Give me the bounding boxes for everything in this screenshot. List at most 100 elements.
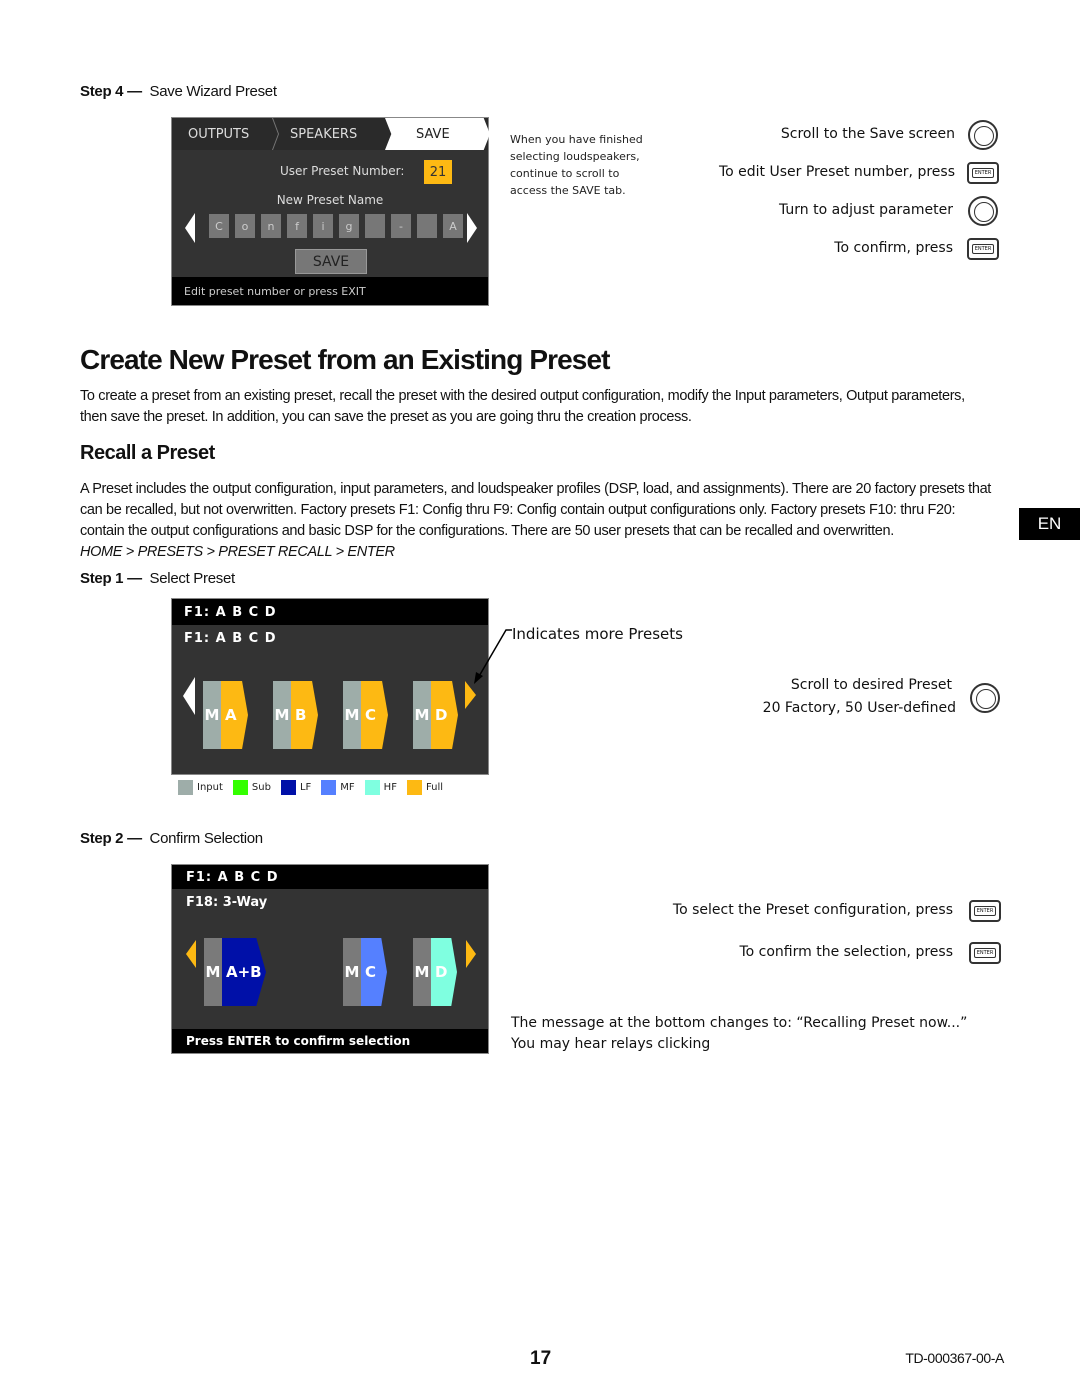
output-block[interactable]: MD (413, 938, 457, 1006)
language-tab: EN (1019, 508, 1080, 540)
recall-body: A Preset includes the output configurati… (80, 481, 991, 539)
input-segment: M (204, 938, 222, 1006)
callout-text: Indicates more Presets (512, 625, 683, 643)
name-char-slot[interactable]: i (313, 214, 333, 238)
save-button[interactable]: SAVE (295, 249, 367, 274)
step-label: Step 4 — (80, 83, 142, 100)
document-id: TD-000367-00-A (905, 1350, 1004, 1366)
legend-swatch (406, 780, 422, 795)
name-char-slot[interactable] (365, 214, 385, 238)
input-segment: M (413, 938, 431, 1006)
legend-swatch (321, 780, 337, 795)
input-segment: M (203, 681, 221, 749)
input-segment: M (273, 681, 291, 749)
preset-number-field[interactable]: 21 (424, 160, 452, 184)
name-char-slot[interactable] (417, 214, 437, 238)
output-block[interactable]: M A+B (204, 938, 266, 1006)
tab-separator (272, 118, 279, 150)
arrow-right-icon[interactable] (467, 213, 477, 243)
more-presets-arrow-icon[interactable] (465, 681, 476, 709)
output-segment: B (291, 681, 318, 749)
arrow-left-icon[interactable] (185, 213, 195, 243)
step4-heading: Step 4 — Save Wizard Preset (80, 83, 277, 100)
legend-label: Full (425, 782, 444, 793)
tab-bar: OUTPUTS SPEAKERS SAVE (172, 118, 490, 150)
output-block[interactable]: MD (413, 681, 458, 749)
knob-icon (970, 683, 1000, 713)
confirm-screen: F1: A B C D F18: 3-Way M A+B M C M D Press EN… (171, 864, 489, 1054)
name-char-slot[interactable]: g (339, 214, 359, 238)
tab-outputs[interactable]: OUTPUTS (188, 118, 249, 150)
screen-header: F1: A B C D (172, 599, 488, 625)
legend-swatch (364, 780, 380, 795)
tab-save[interactable]: SAVE (416, 118, 450, 150)
enter-button-icon: ENTER (969, 900, 1001, 922)
recall-message: The message at the bottom changes to: “R… (511, 1015, 968, 1052)
preset-name-label: New Preset Name (276, 193, 384, 207)
step2-heading: Step 2 — Confirm Selection (80, 830, 263, 847)
output-segment: A (221, 681, 248, 749)
instruction-select-config: To select the Preset configuration, pres… (672, 902, 953, 918)
legend-item: Sub (232, 780, 271, 795)
instruction-scroll-preset: Scroll to desired Preset (790, 677, 952, 693)
step4-note: When you have finished selecting loudspe… (510, 133, 643, 197)
legend-item: LF (280, 780, 312, 795)
name-char-slot[interactable]: o (235, 214, 255, 238)
input-segment: M (413, 681, 431, 749)
output-block[interactable]: MB (273, 681, 318, 749)
knob-icon (968, 120, 998, 150)
input-segment: M (343, 681, 361, 749)
legend-label: HF (383, 782, 397, 793)
output-block[interactable]: MC (343, 681, 388, 749)
section-title: Create New Preset from an Existing Prese… (80, 344, 610, 375)
status-bar: Press ENTER to confirm selection (172, 1029, 488, 1053)
save-screen: OUTPUTS SPEAKERS SAVE User Preset Number… (171, 117, 490, 306)
output-segment: A+B (222, 938, 266, 1006)
instruction-confirm: To confirm, press (834, 240, 953, 256)
tab-speakers[interactable]: SPEAKERS (290, 118, 357, 150)
output-segment: C (361, 681, 388, 749)
preset-number-label: User Preset Number: (280, 164, 405, 178)
enter-button-icon: ENTER (969, 942, 1001, 964)
legend-label: MF (340, 782, 355, 793)
knob-icon (968, 196, 998, 226)
legend-label: LF (299, 782, 312, 793)
output-block[interactable]: MC (343, 938, 387, 1006)
output-segment: D (431, 938, 457, 1006)
menu-path: HOME > PRESETS > PRESET RECALL > ENTER (80, 544, 395, 560)
name-char-slot[interactable]: C (209, 214, 229, 238)
instruction-scroll-save: Scroll to the Save screen (780, 126, 955, 142)
instruction-preset-counts: 20 Factory, 50 User-defined (762, 700, 956, 716)
page-number: 17 (530, 1348, 552, 1369)
step-title: Save Wizard Preset (149, 83, 277, 100)
legend-swatch (178, 780, 193, 795)
status-bar: Edit preset number or press EXIT (172, 277, 488, 305)
enter-button-icon: ENTER (967, 162, 999, 184)
section-intro: To create a preset from an existing pres… (80, 388, 965, 425)
current-preset: F18: 3-Way (186, 895, 268, 910)
legend-label: Sub (251, 782, 271, 793)
instruction-confirm-selection: To confirm the selection, press (739, 944, 953, 960)
legend-label: Input (197, 782, 223, 793)
output-segment: C (361, 938, 387, 1006)
name-char-slot[interactable]: n (261, 214, 281, 238)
current-preset: F1: A B C D (184, 631, 277, 646)
output-segment: D (431, 681, 458, 749)
arrow-left-icon[interactable] (183, 677, 195, 715)
input-segment: M (343, 938, 361, 1006)
enter-button-icon: ENTER (967, 238, 999, 260)
select-preset-screen: F1: A B C D F1: A B C D MAMBMCMD (171, 598, 489, 775)
legend-item: Input (178, 780, 223, 795)
name-char-slot[interactable]: - (391, 214, 411, 238)
arrow-right-icon[interactable] (466, 940, 476, 968)
legend-swatch (280, 780, 296, 795)
color-legend: Input Sub LF MF HF Full (178, 780, 453, 800)
name-char-slot[interactable]: f (287, 214, 307, 238)
output-block[interactable]: MA (203, 681, 248, 749)
legend-item: HF (364, 780, 397, 795)
name-char-slot[interactable]: A (443, 214, 463, 238)
step1-heading: Step 1 — Select Preset (80, 570, 235, 587)
arrow-left-icon[interactable] (186, 940, 196, 968)
legend-item: Full (406, 780, 444, 795)
legend-swatch (232, 780, 248, 795)
